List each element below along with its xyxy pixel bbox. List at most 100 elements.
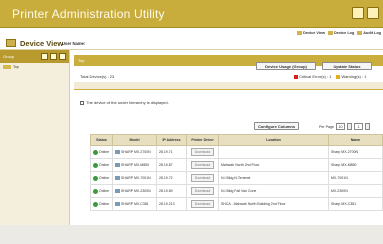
printer-icon — [115, 176, 120, 181]
warning-icon — [336, 74, 341, 79]
ip-address: 28.19.71 — [159, 150, 173, 154]
ip-cell: 28.19.213 — [156, 197, 187, 211]
table-row[interactable]: Online SHARP MX-C381 28.19.213 Download SHCA… — [90, 197, 383, 211]
download-driver-button[interactable]: Download — [190, 161, 215, 169]
configure-columns-button[interactable]: Configure Columns — [254, 122, 299, 130]
model-cell[interactable]: SHARP MX-2700N — [112, 145, 157, 159]
hierarchy-checkbox[interactable] — [80, 100, 84, 105]
update-status-button[interactable]: Update Status — [322, 62, 372, 70]
group-label: Group — [3, 54, 15, 59]
app-title: Printer Administration Utility — [12, 7, 165, 21]
add-group-icon[interactable] — [41, 53, 48, 60]
status-counts: Critical Error(s) : 1 Warning(s) : 1 — [294, 74, 366, 79]
location-text: SHCA - Mahwah North Building 2nd Floor — [221, 202, 286, 206]
ip-address: 28.19.72 — [159, 176, 173, 180]
notice-text: The device of the under hierarchy is dis… — [86, 100, 169, 105]
model-cell[interactable]: SHARP MX-M850 — [112, 158, 157, 172]
device-log-icon — [328, 31, 334, 35]
user-name-label: User Name: — [62, 41, 86, 46]
column-header-location[interactable]: Location — [218, 134, 329, 146]
table-header-row: Status Model IP Address Printer Driver L… — [90, 134, 383, 146]
ip-cell: 28.19.71 — [156, 145, 187, 159]
name-cell: Sharp MX-2700N — [328, 145, 383, 159]
bottom-area — [0, 225, 383, 244]
model-cell[interactable]: SHARP MX-2300N — [112, 184, 157, 198]
driver-cell: Download — [186, 171, 219, 185]
column-header-status[interactable]: Status — [90, 134, 113, 146]
device-name: Sharp MX-M850 — [331, 163, 357, 167]
device-view-icon — [297, 31, 303, 35]
divider-band — [74, 82, 383, 90]
delete-group-icon[interactable] — [59, 53, 66, 60]
model-link[interactable]: SHARP MX-M850 — [121, 163, 149, 167]
table-row[interactable]: Online SHARP MX-2300N 28.19.69 Download N.I.… — [90, 184, 383, 198]
table-row[interactable]: Online SHARP MX-7001N 28.19.72 Download N.I.… — [90, 171, 383, 185]
status-cell: Online — [90, 158, 113, 172]
printer-icon — [115, 163, 120, 168]
model-cell[interactable]: SHARP MX-C381 — [112, 197, 157, 211]
download-driver-button[interactable]: Download — [190, 174, 215, 182]
column-header-driver[interactable]: Printer Driver — [186, 134, 219, 146]
device-log-link[interactable]: Device Log — [328, 31, 354, 35]
ip-address: 28.19.213 — [159, 202, 175, 206]
title-bar: Printer Administration Utility — [0, 0, 383, 28]
location-cell: N.I.Bldg Fall Van Cone — [218, 184, 329, 198]
sidebar-item-top[interactable]: Top — [0, 63, 69, 71]
critical-icon — [294, 74, 298, 79]
location-text: Mahwah North 2nd Floor — [221, 163, 260, 167]
device-usage-button[interactable]: Device Usage (Group) — [256, 62, 316, 70]
prev-page-button[interactable] — [346, 123, 352, 130]
driver-cell: Download — [186, 158, 219, 172]
online-icon — [93, 201, 98, 207]
model-link[interactable]: SHARP MX-C381 — [121, 202, 149, 206]
status-text: Online — [99, 176, 110, 180]
edit-group-icon[interactable] — [50, 53, 57, 60]
location-cell: Mahwah North 2nd Floor — [218, 158, 329, 172]
online-icon — [93, 188, 98, 194]
audit-log-link[interactable]: Audit Log — [357, 31, 381, 35]
ip-address: 28.19.69 — [159, 189, 173, 193]
help-icon[interactable] — [352, 7, 364, 19]
model-link[interactable]: SHARP MX-2300N — [121, 189, 151, 193]
download-driver-button[interactable]: Download — [190, 200, 215, 208]
driver-cell: Download — [186, 197, 219, 211]
next-page-button[interactable] — [364, 123, 370, 130]
per-page-select[interactable]: 10 — [335, 123, 345, 130]
column-header-ip[interactable]: IP Address — [156, 134, 187, 146]
download-driver-button[interactable]: Download — [190, 187, 215, 195]
status-cell: Online — [90, 184, 113, 198]
device-name: MX-7001N — [331, 176, 348, 180]
ip-address: 28.19.87 — [159, 163, 173, 167]
online-icon — [93, 175, 98, 181]
name-cell: Sharp MX-C381 — [328, 197, 383, 211]
location-cell: N.I.Bldg.N.Tenenet — [218, 171, 329, 185]
hierarchy-notice: The device of the under hierarchy is dis… — [80, 100, 169, 105]
ip-cell: 28.19.87 — [156, 158, 187, 172]
model-link[interactable]: SHARP MX-7001N — [121, 176, 151, 180]
page-title: Device View — [20, 39, 64, 48]
ip-cell: 28.19.69 — [156, 184, 187, 198]
printer-icon — [115, 189, 120, 194]
table-row[interactable]: Online SHARP MX-2700N 28.19.71 Download Shar… — [90, 145, 383, 159]
top-links: Device View Device Log Audit Log — [297, 31, 381, 35]
online-icon — [93, 149, 98, 155]
table-row[interactable]: Online SHARP MX-M850 28.19.87 Download Mahwa… — [90, 158, 383, 172]
warning-count: Warning(s) : 1 — [336, 74, 366, 79]
column-header-name[interactable]: Name — [328, 134, 383, 146]
column-header-model[interactable]: Model — [112, 134, 157, 146]
page-select[interactable]: 1 — [353, 123, 363, 130]
device-view-link[interactable]: Device View — [297, 31, 325, 35]
model-link[interactable]: SHARP MX-2700N — [121, 150, 151, 154]
model-cell[interactable]: SHARP MX-7001N — [112, 171, 157, 185]
logout-icon[interactable] — [367, 7, 379, 19]
status-text: Online — [99, 163, 110, 167]
download-driver-button[interactable]: Download — [190, 148, 215, 156]
printer-icon — [115, 202, 120, 207]
device-table: Status Model IP Address Printer Driver L… — [90, 134, 383, 211]
location-cell — [218, 145, 329, 159]
group-title: Top — [78, 58, 85, 63]
main-panel: Top Device Usage (Group) Update Status T… — [74, 55, 383, 225]
printer-icon — [115, 150, 120, 155]
driver-cell: Download — [186, 184, 219, 198]
status-text: Online — [99, 189, 110, 193]
